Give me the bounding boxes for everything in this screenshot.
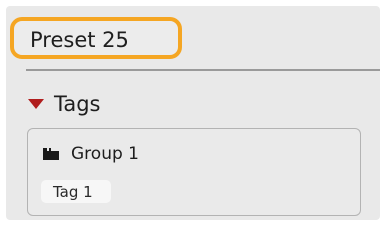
- preset-title-highlight[interactable]: Preset 25: [10, 17, 182, 59]
- tags-section-label: Tags: [54, 92, 101, 116]
- tag-group-card: Group 1 Tag 1: [27, 128, 361, 216]
- preset-title: Preset 25: [30, 28, 129, 52]
- divider: [26, 69, 380, 71]
- tags-section-header[interactable]: Tags: [28, 90, 101, 118]
- triangle-down-icon[interactable]: [28, 99, 44, 109]
- tag-label: Tag 1: [53, 182, 93, 201]
- folder-icon: [43, 148, 59, 160]
- group-label: Group 1: [71, 144, 139, 164]
- group-header[interactable]: Group 1: [43, 143, 139, 165]
- tag-chip[interactable]: Tag 1: [41, 180, 111, 203]
